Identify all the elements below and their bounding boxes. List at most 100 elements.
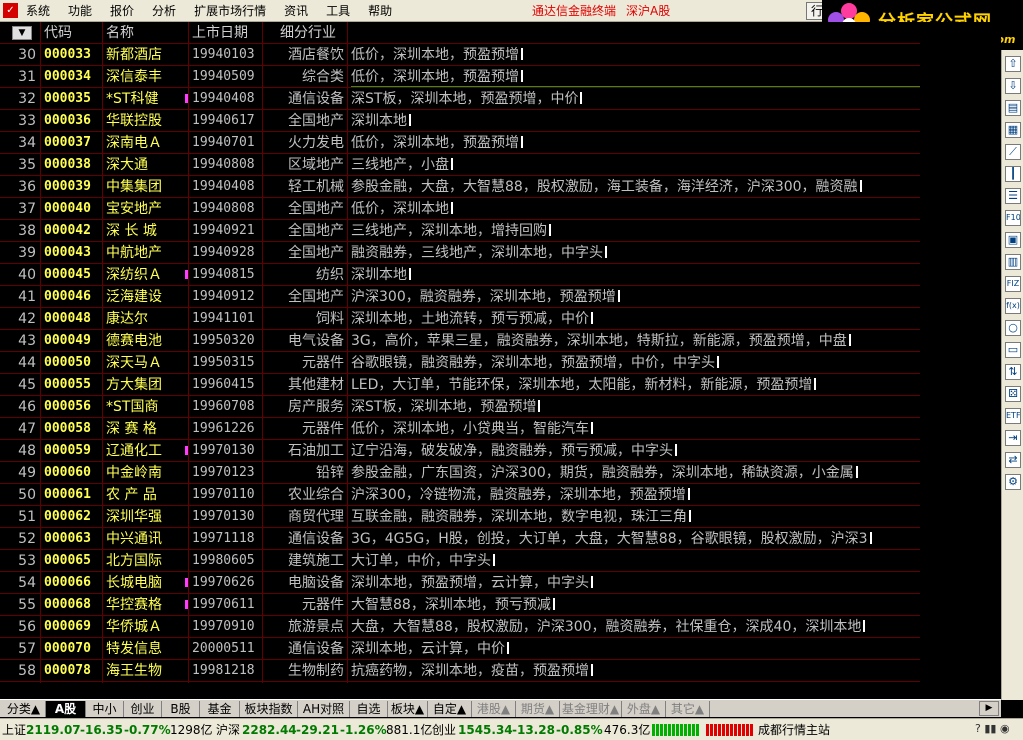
table-row[interactable]: 34 000037 深南电Ａ 19940701 火力发电 低价，深圳本地，预盈预增 <box>0 132 920 154</box>
table-row[interactable]: 45 000055 方大集团 19960415 其他建材 LED，大订单，节能环保，深圳本… <box>0 374 920 396</box>
header-code[interactable]: 代码 <box>44 22 72 44</box>
table-row[interactable]: 44 000050 深天马Ａ 19950315 元器件 谷歌眼镜，融资融券，深圳本地，预盈… <box>0 352 920 374</box>
book-icon[interactable]: ▣ <box>1005 232 1021 248</box>
tab-11[interactable]: 港股▲ <box>472 701 516 717</box>
candle-chart-icon[interactable]: ┃ <box>1005 166 1021 182</box>
stock-name: 方大集团 <box>106 377 162 393</box>
tab-2[interactable]: 中小 <box>86 701 124 717</box>
table-row[interactable]: 52 000063 中兴通讯 19971118 通信设备 3G，4G5G，H股，创投，大订… <box>0 528 920 550</box>
settings-icon[interactable]: ⚙ <box>1005 474 1021 490</box>
tab-1[interactable]: A股 <box>46 701 86 717</box>
table-row[interactable]: 30 000033 新都酒店 19940103 酒店餐饮 低价，深圳本地，预盈预增 <box>0 44 920 66</box>
tab-8[interactable]: 自选 <box>350 701 388 717</box>
down-arrow-icon[interactable]: ⇩ <box>1005 78 1021 94</box>
tab-9[interactable]: 板块▲ <box>388 701 428 717</box>
table-row[interactable]: 50 000061 农 产 品 19970110 农业综合 沪深300，冷链物流，融资融券… <box>0 484 920 506</box>
table-row[interactable]: 49 000060 中金岭南 19970123 铅锌 参股金融，广东国资，沪深300，期货… <box>0 462 920 484</box>
calendar-icon[interactable]: ▥ <box>1005 254 1021 270</box>
table-row[interactable]: 48 000059 辽通化工 19970130 石油加工 辽宁沿海，破发破净，融资融券，预… <box>0 440 920 462</box>
concept-notes: 三线地产，小盘 <box>351 154 920 176</box>
header-name[interactable]: 名称 <box>106 22 134 44</box>
tab-6[interactable]: 板块指数 <box>240 701 298 717</box>
tab-3[interactable]: 创业 <box>124 701 162 717</box>
grid-hline <box>0 439 920 440</box>
menu-item-3[interactable]: 分析 <box>152 0 176 22</box>
tab-7[interactable]: AH对照 <box>298 701 350 717</box>
table-row[interactable]: 56 000069 华侨城Ａ 19970910 旅游景点 大盘，大智慧88，股权激励，沪深… <box>0 616 920 638</box>
table-row[interactable]: 32 000035 *ST科健 19940408 通信设备 深ST板，深圳本地，预盈预增，… <box>0 88 920 110</box>
table-row[interactable]: 51 000062 深圳华强 19970130 商贸代理 互联金融，融资融券，深圳本地，数… <box>0 506 920 528</box>
header-date[interactable]: 上市日期 <box>192 22 248 44</box>
help-icon[interactable]: ? <box>975 722 981 735</box>
table-row[interactable]: 54 000066 长城电脑 19970626 电脑设备 深圳本地，预盈预增，云计算，中字… <box>0 572 920 594</box>
table-row[interactable]: 46 000056 *ST国商 19960708 房产服务 深ST板，深圳本地，预盈预增 <box>0 396 920 418</box>
grid-vline <box>262 22 263 683</box>
table-row[interactable]: 55 000068 华控赛格 19970611 元器件 大智慧88，深圳本地，预亏预减 <box>0 594 920 616</box>
table-row[interactable]: 36 000039 中集集团 19940408 轻工机械 参股金融，大盘，大智慧88，股权… <box>0 176 920 198</box>
concept-notes: 互联金融，融资融券，深圳本地，数字电视，珠江三角 <box>351 506 920 528</box>
row-number: 46 <box>18 399 36 415</box>
fiz-icon[interactable]: FIZ <box>1005 276 1021 292</box>
table-row[interactable]: 37 000040 宝安地产 19940808 全国地产 低价，深圳本地 <box>0 198 920 220</box>
table-row[interactable]: 38 000042 深 长 城 19940921 全国地产 三线地产，深圳本地，增持回购 <box>0 220 920 242</box>
cy-value[interactable]: 1545.34 <box>458 719 513 740</box>
formula-icon[interactable]: f(x) <box>1005 298 1021 314</box>
header-industry[interactable]: 细分行业 <box>280 22 336 44</box>
table-row[interactable]: 42 000048 康达尔 19941101 饲料 深圳本地，土地流转，预亏预减，中价 <box>0 308 920 330</box>
dice-icon[interactable]: ⚄ <box>1005 386 1021 402</box>
tab-13[interactable]: 基金理财▲ <box>560 701 622 717</box>
menu-item-7[interactable]: 帮助 <box>368 0 392 22</box>
report-icon[interactable]: ▤ <box>1005 100 1021 116</box>
table-row[interactable]: 39 000043 中航地产 19940928 全国地产 融资融券，三线地产，深圳本地，中… <box>0 242 920 264</box>
industry: 全国地产 <box>288 201 344 217</box>
tab-12[interactable]: 期货▲ <box>516 701 560 717</box>
connection-icon[interactable]: ◉ <box>1000 722 1010 735</box>
switch-icon[interactable]: ⇄ <box>1005 452 1021 468</box>
table-row[interactable]: 57 000070 特发信息 20000511 通信设备 深圳本地，云计算，中价 <box>0 638 920 660</box>
folder-icon[interactable]: ▭ <box>1005 342 1021 358</box>
table-row[interactable]: 53 000065 北方国际 19980605 建筑施工 大订单，中价，中字头 <box>0 550 920 572</box>
server-site[interactable]: 成都行情主站 <box>758 719 830 740</box>
tab-4[interactable]: B股 <box>162 701 200 717</box>
table-row[interactable]: 35 000038 深大通 19940808 区域地产 三线地产，小盘 <box>0 154 920 176</box>
grid-icon[interactable]: ▦ <box>1005 122 1021 138</box>
menu-item-6[interactable]: 工具 <box>326 0 350 22</box>
grid-hline <box>0 219 920 220</box>
list-icon[interactable]: ☰ <box>1005 188 1021 204</box>
sh-value[interactable]: 2119.07 <box>26 719 81 740</box>
etf-icon[interactable]: ETF <box>1005 408 1021 424</box>
table-row[interactable]: 47 000058 深 赛 格 19961226 元器件 低价，深圳本地，小贷典当，智能汽… <box>0 418 920 440</box>
text-cursor-icon <box>552 598 555 610</box>
menu-item-4[interactable]: 扩展市场行情 <box>194 0 266 22</box>
f10-icon[interactable]: F10 <box>1005 210 1021 226</box>
tab-14[interactable]: 外盘▲ <box>622 701 666 717</box>
table-row[interactable]: 31 000034 深信泰丰 19940509 综合类 低价，深圳本地，预盈预增 <box>0 66 920 88</box>
line-chart-icon[interactable]: ⟋ <box>1005 144 1021 160</box>
app-logo-icon[interactable]: ✓ <box>3 3 18 18</box>
login-icon[interactable]: ⇥ <box>1005 430 1021 446</box>
tab-15[interactable]: 其它▲ <box>666 701 710 717</box>
circle-icon[interactable]: ○ <box>1005 320 1021 336</box>
triangle-down-icon[interactable]: ▼ <box>12 26 32 40</box>
stock-name: 深 长 城 <box>106 223 157 239</box>
tab-0[interactable]: 分类▲ <box>2 701 46 717</box>
menu-item-0[interactable]: 系统 <box>26 0 50 22</box>
menu-item-1[interactable]: 功能 <box>68 0 92 22</box>
table-row[interactable]: 41 000046 泛海建设 19940912 全国地产 沪深300，融资融券，深圳本地，… <box>0 286 920 308</box>
table-row[interactable]: 43 000049 德赛电池 19950320 电气设备 3G，高价，苹果三星，融资融券，… <box>0 330 920 352</box>
table-row[interactable]: 40 000045 深纺织Ａ 19940815 纺织 深圳本地 <box>0 264 920 286</box>
sort-arrows-icon[interactable]: ⇅ <box>1005 364 1021 380</box>
tab-10[interactable]: 自定▲ <box>428 701 472 717</box>
row-number: 44 <box>18 355 36 371</box>
stock-code: 000034 <box>44 69 91 84</box>
tab-scroll-right-icon[interactable]: ▶ <box>979 701 999 716</box>
table-row[interactable]: 58 000078 海王生物 19981218 生物制药 抗癌药物，深圳本地，疫苗，预盈预… <box>0 660 920 682</box>
listing-date: 19940928 <box>192 245 255 260</box>
menu-item-5[interactable]: 资讯 <box>284 0 308 22</box>
tab-5[interactable]: 基金 <box>200 701 240 717</box>
table-row[interactable]: 33 000036 华联控股 19940617 全国地产 深圳本地 <box>0 110 920 132</box>
menu-item-2[interactable]: 报价 <box>110 0 134 22</box>
row-number: 51 <box>18 509 36 525</box>
hs-value[interactable]: 2282.44 <box>242 719 297 740</box>
up-arrow-icon[interactable]: ⇧ <box>1005 56 1021 72</box>
